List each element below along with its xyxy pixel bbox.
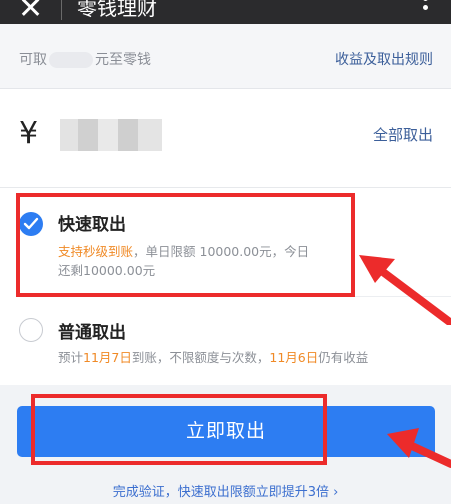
topbar-divider xyxy=(61,0,62,20)
more-icon[interactable] xyxy=(423,0,429,14)
normal-option-description: 预计11月7日到账，不限额度与次数，11月6日仍有收益 xyxy=(58,348,368,367)
annotation-arrow-icon xyxy=(387,428,451,468)
annotation-box-fast-option xyxy=(16,193,355,297)
withdraw-all-button[interactable]: 全部取出 xyxy=(373,124,433,145)
available-info-row: 可取 元至零钱 收益及取出规则 xyxy=(0,24,451,89)
blurred-amount-input[interactable] xyxy=(60,119,166,151)
close-icon[interactable]: ✕ xyxy=(18,0,43,26)
page-title: 零钱理财 xyxy=(77,0,157,20)
available-amount-text: 可取 元至零钱 xyxy=(19,49,151,69)
normal-desc-prefix: 预计 xyxy=(58,350,84,365)
arrival-date: 11月7日 xyxy=(83,350,132,365)
normal-desc-suffix: 仍有收益 xyxy=(318,350,369,365)
normal-option-title: 普通取出 xyxy=(58,323,126,343)
annotation-arrow-icon xyxy=(359,255,451,325)
top-bar: ✕ 零钱理财 xyxy=(0,0,451,26)
amount-input-row[interactable]: ¥ 全部取出 xyxy=(0,89,451,188)
earning-date: 11月6日 xyxy=(269,350,319,365)
blurred-available-amount xyxy=(49,52,93,68)
rules-link[interactable]: 收益及取出规则 xyxy=(335,49,433,69)
available-suffix: 元至零钱 xyxy=(95,52,151,68)
normal-desc-mid: 到账，不限额度与次数， xyxy=(131,350,270,365)
radio-icon[interactable] xyxy=(19,318,43,342)
annotation-box-submit xyxy=(31,394,327,465)
currency-symbol: ¥ xyxy=(19,116,39,151)
upgrade-limit-link[interactable]: 完成验证，快速取出限额立即提升3倍 › xyxy=(0,481,451,500)
available-prefix: 可取 xyxy=(19,52,47,68)
